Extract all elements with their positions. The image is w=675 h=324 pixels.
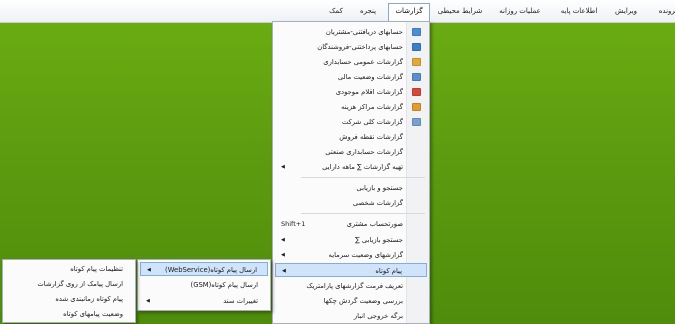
menu-item-point-of-sale[interactable]: گزارشات نقطه فروش [275,130,427,144]
menu-help[interactable]: کمک [323,4,349,18]
submenu-arrow-icon: ◀ [282,268,286,274]
menu-item-personal-reports[interactable]: گزارشات شخصی [275,196,427,210]
ledger-icon [412,58,421,66]
chart-icon [412,73,421,81]
sms-submenu: ◀ ارسال پیام کوتاه(WebService) ارسال پیا… [137,259,271,311]
submenu-arrow-icon: ◀ [281,164,285,170]
menu-item-inventory[interactable]: گزارشات اقلام موجودی [275,85,427,99]
menu-item-payables[interactable]: حسابهای پرداختنی-فروشندگان [275,40,427,54]
document-icon [412,43,421,51]
submenu-arrow-icon: ◀ [146,298,150,304]
menu-separator [301,177,425,178]
menu-item-receivables[interactable]: حسابهای دریافتنی-مشتریان [275,25,427,39]
menu-edit[interactable]: ویرایش [609,4,643,18]
menu-item-sms-settings[interactable]: تنظیمات پیام کوتاه [5,262,133,276]
menu-item-general-accounting[interactable]: گزارشات عمومی حسابداری [275,55,427,69]
menu-item-search-retrieve[interactable]: جستجو و بازیابی [275,181,427,195]
menu-item-customer-statement[interactable]: Shift+1 صورتحساب مشتری [275,217,427,231]
report-icon [412,118,421,126]
menu-item-send-from-reports[interactable]: ارسال پیامک از روی گزارشات [5,277,133,291]
menu-item-cost-centers[interactable]: گزارشات مراکز هزینه [275,100,427,114]
submenu-arrow-icon: ◀ [281,237,285,243]
reports-menu: حسابهای دریافتنی-مشتریان حسابهای پرداختن… [272,21,430,324]
menu-environment-settings[interactable]: شرایط محیطی [435,4,485,18]
menu-item-warehouse-exit[interactable]: برگه خروجی انبار [275,309,427,323]
menu-item-search-sigma[interactable]: ◀ جستجو بازیابی ∑ [275,233,427,247]
menu-reports[interactable]: گزارشات [388,3,430,22]
submenu-arrow-icon: ◀ [147,267,151,273]
menu-item-financial-status[interactable]: گزارشات وضعیت مالی [275,70,427,84]
menu-item-company[interactable]: گزارشات کلی شرکت [275,115,427,129]
gift-icon [412,88,421,96]
menu-item-parametric-format[interactable]: تعریف فرمت گزارشهای پارامتریک [275,279,427,293]
menu-item-sms[interactable]: ◀ پیام کوتاه [275,263,427,277]
menu-daily-operations[interactable]: عملیات روزانه [493,4,547,18]
menu-item-capital-status[interactable]: ◀ گزارشهای وضعیت سرمایه [275,248,427,262]
submenu-arrow-icon: ◀ [281,252,285,258]
menu-window[interactable]: پنجره [353,4,383,18]
menu-base-info[interactable]: اطلاعات پایه [557,4,601,18]
webservice-submenu: تنظیمات پیام کوتاه ارسال پیامک از روی گز… [2,259,136,323]
menu-item-check-flow[interactable]: بررسی وضعیت گردش چکها [275,294,427,308]
menu-bar: پرونده ویرایش اطلاعات پایه عملیات روزانه… [0,0,675,23]
menu-item-sms-gsm[interactable]: ارسال پیام کوتاه(GSM) [140,278,268,292]
shortcut-label: Shift+1 [281,220,306,228]
document-icon [412,28,421,36]
menu-item-sms-status[interactable]: وضعیت پیامهای کوتاه [5,307,133,321]
menu-item-scheduled-sms[interactable]: پیام کوتاه زمانبندی شده [5,292,133,306]
menu-separator [301,213,425,214]
menu-item-sms-webservice[interactable]: ◀ ارسال پیام کوتاه(WebService) [140,262,268,276]
menu-item-industrial-accounting[interactable]: گزارشات حسابداری صنعتی [275,145,427,159]
menu-file[interactable]: پرونده [653,4,675,18]
cost-icon [412,103,421,111]
menu-item-asset-reports[interactable]: ◀ تهیه گزارشات ∑ ماهه دارایی [275,160,427,174]
menu-item-document-changes[interactable]: ◀ تغییرات سند [140,294,268,308]
